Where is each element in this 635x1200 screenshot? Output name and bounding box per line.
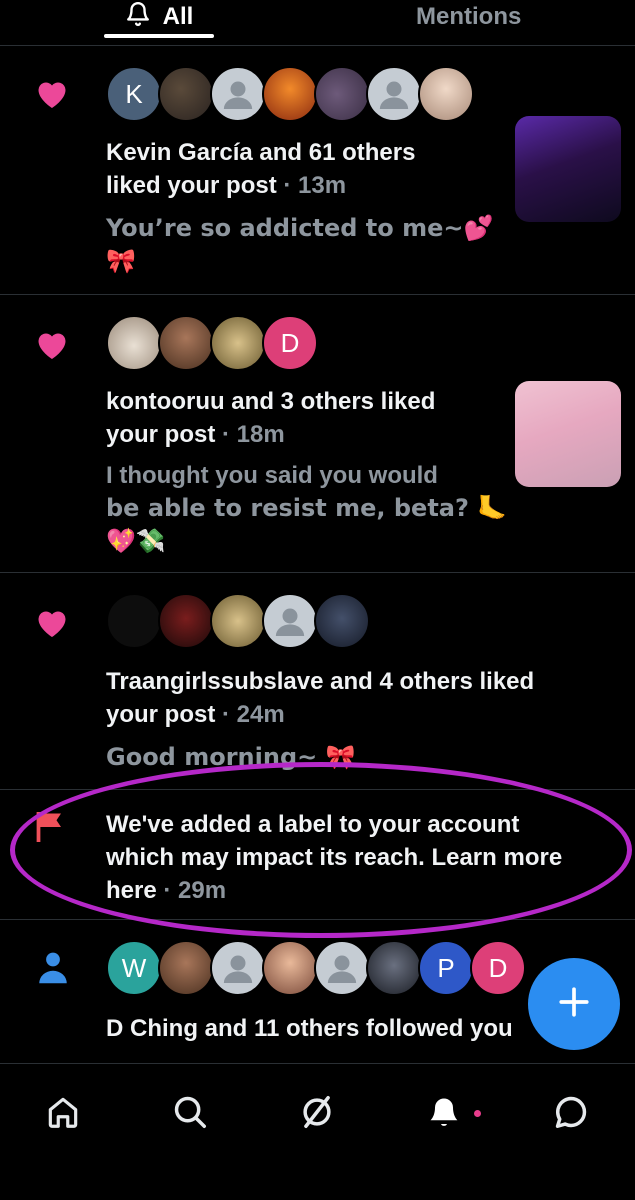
post-preview: You’re so addicted to me~💕 🎀 <box>106 214 494 275</box>
heart-icon <box>34 327 70 366</box>
bottom-navigation <box>0 1063 635 1200</box>
default-user-icon <box>223 81 253 109</box>
notifications-bell-icon <box>426 1094 462 1135</box>
avatar[interactable]: K <box>106 66 162 122</box>
avatar[interactable] <box>158 315 214 371</box>
avatar[interactable] <box>418 66 474 122</box>
timestamp: · 24m <box>222 701 285 728</box>
avatar-stack <box>106 593 370 649</box>
avatar[interactable]: P <box>418 940 474 996</box>
nav-search[interactable] <box>160 1084 220 1144</box>
tab-mentions[interactable]: Mentions <box>416 0 521 40</box>
avatar[interactable] <box>210 940 266 996</box>
post-preview: I thought you said you would be able to … <box>106 462 508 555</box>
avatar[interactable] <box>366 940 422 996</box>
timestamp: · 29m <box>163 877 227 904</box>
avatar[interactable] <box>210 315 266 371</box>
unread-dot <box>474 1110 481 1117</box>
notification-row[interactable]: Traangirlssubslave and 4 others liked yo… <box>0 573 635 790</box>
timestamp: · 13m <box>283 172 347 199</box>
avatar[interactable] <box>314 66 370 122</box>
timestamp: · 18m <box>222 421 285 448</box>
avatar[interactable] <box>262 66 318 122</box>
notification-row[interactable]: We've added a label to your account whic… <box>0 790 635 920</box>
avatar[interactable] <box>106 593 162 649</box>
avatar[interactable] <box>158 940 214 996</box>
chat-icon <box>552 1093 590 1136</box>
notification-text: kontooruu and 3 others liked your post ·… <box>106 388 436 448</box>
avatar[interactable] <box>158 593 214 649</box>
avatar[interactable] <box>210 593 266 649</box>
default-user-icon <box>379 81 409 109</box>
bell-icon <box>125 1 163 34</box>
notification-row[interactable]: D kontooruu and 3 others liked your post… <box>0 295 635 573</box>
avatar-stack: W P D <box>106 940 526 996</box>
nav-notifications[interactable] <box>414 1084 481 1144</box>
avatar[interactable] <box>262 593 318 649</box>
notification-tabs: All Mentions <box>0 0 635 46</box>
post-thumbnail[interactable] <box>515 116 621 222</box>
feeds-icon <box>298 1093 336 1136</box>
heart-icon <box>34 76 70 115</box>
notification-text: Kevin García and 61 others liked your po… <box>106 139 416 199</box>
notification-row[interactable]: K Kevin García and 61 others liked your … <box>0 46 635 295</box>
default-user-icon <box>223 955 253 983</box>
post-preview: Good morning~ 🎀 <box>106 743 356 771</box>
default-user-icon <box>327 955 357 983</box>
notification-text: We've added a label to your account whic… <box>106 811 563 904</box>
notification-text: Traangirlssubslave and 4 others liked yo… <box>106 668 535 728</box>
flag-icon <box>34 810 70 849</box>
avatar-stack: D <box>106 315 318 371</box>
avatar[interactable] <box>158 66 214 122</box>
tab-all[interactable]: All <box>104 0 214 40</box>
avatar[interactable] <box>106 315 162 371</box>
heart-icon <box>34 605 70 644</box>
person-icon <box>38 950 68 989</box>
tab-mentions-label: Mentions <box>416 3 522 30</box>
avatar[interactable]: W <box>106 940 162 996</box>
active-tab-indicator <box>104 34 214 38</box>
nav-home[interactable] <box>33 1084 93 1144</box>
avatar[interactable] <box>366 66 422 122</box>
avatar[interactable] <box>314 593 370 649</box>
home-icon <box>44 1093 82 1136</box>
avatar[interactable]: D <box>262 315 318 371</box>
avatar[interactable] <box>314 940 370 996</box>
tab-all-label: All <box>162 3 194 30</box>
post-thumbnail[interactable] <box>515 381 621 487</box>
default-user-icon <box>275 608 305 636</box>
avatar-stack: K <box>106 66 474 122</box>
nav-chat[interactable] <box>541 1084 601 1144</box>
avatar[interactable]: D <box>470 940 526 996</box>
compose-button[interactable] <box>528 958 620 1050</box>
search-icon <box>171 1093 209 1136</box>
plus-icon <box>557 985 591 1024</box>
avatar[interactable] <box>210 66 266 122</box>
nav-feeds[interactable] <box>287 1084 347 1144</box>
avatar[interactable] <box>262 940 318 996</box>
